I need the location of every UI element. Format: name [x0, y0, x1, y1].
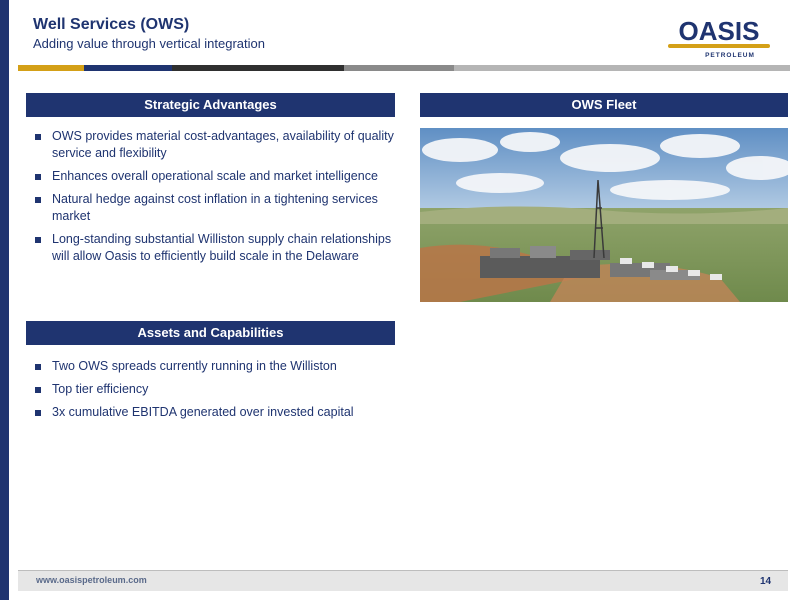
ows-fleet-header: OWS Fleet [420, 93, 788, 117]
bullet-text: Long-standing substantial Williston supp… [52, 232, 392, 263]
list-item: Enhances overall operational scale and m… [33, 168, 403, 185]
stripe-segment-light [454, 65, 790, 71]
list-item: Natural hedge against cost inflation in … [33, 191, 403, 225]
bullet-text: Top tier efficiency [52, 382, 149, 396]
slide-title: Well Services (OWS) [33, 16, 190, 33]
square-bullet-icon [35, 197, 41, 203]
logo-tagline: PETROLEUM [705, 52, 755, 59]
footer-url-link[interactable]: www.oasispetroleum.com [36, 575, 147, 585]
stripe-segment-dark [172, 65, 344, 71]
bullet-text: Two OWS spreads currently running in the… [52, 359, 337, 373]
slide-subtitle: Adding value through vertical integratio… [33, 36, 265, 51]
logo-wordmark: OASIS [679, 16, 760, 46]
square-bullet-icon [35, 134, 41, 140]
square-bullet-icon [35, 387, 41, 393]
left-rail-bar [0, 0, 9, 600]
square-bullet-icon [35, 237, 41, 243]
assets-capabilities-list: Two OWS spreads currently running in the… [33, 358, 403, 427]
bullet-text: Natural hedge against cost inflation in … [52, 192, 378, 223]
strategic-advantages-header: Strategic Advantages [26, 93, 395, 117]
list-item: Two OWS spreads currently running in the… [33, 358, 403, 375]
page-number: 14 [760, 576, 772, 587]
logo-gold-swoosh [668, 44, 770, 48]
bullet-text: OWS provides material cost-advantages, a… [52, 129, 394, 160]
list-item: Long-standing substantial Williston supp… [33, 231, 403, 265]
square-bullet-icon [35, 174, 41, 180]
header-color-stripe [18, 65, 790, 71]
stripe-segment-gold [18, 65, 84, 71]
square-bullet-icon [35, 410, 41, 416]
bullet-text: Enhances overall operational scale and m… [52, 169, 378, 183]
bullet-text: 3x cumulative EBITDA generated over inve… [52, 405, 354, 419]
oasis-petroleum-logo: OASIS PETROLEUM [668, 16, 770, 59]
ows-fleet-photo [420, 128, 788, 302]
strategic-advantages-list: OWS provides material cost-advantages, a… [33, 128, 403, 271]
list-item: 3x cumulative EBITDA generated over inve… [33, 404, 403, 421]
stripe-segment-navy [84, 65, 172, 71]
stripe-segment-gray [344, 65, 454, 71]
list-item: Top tier efficiency [33, 381, 403, 398]
assets-capabilities-header: Assets and Capabilities [26, 321, 395, 345]
list-item: OWS provides material cost-advantages, a… [33, 128, 403, 162]
square-bullet-icon [35, 364, 41, 370]
